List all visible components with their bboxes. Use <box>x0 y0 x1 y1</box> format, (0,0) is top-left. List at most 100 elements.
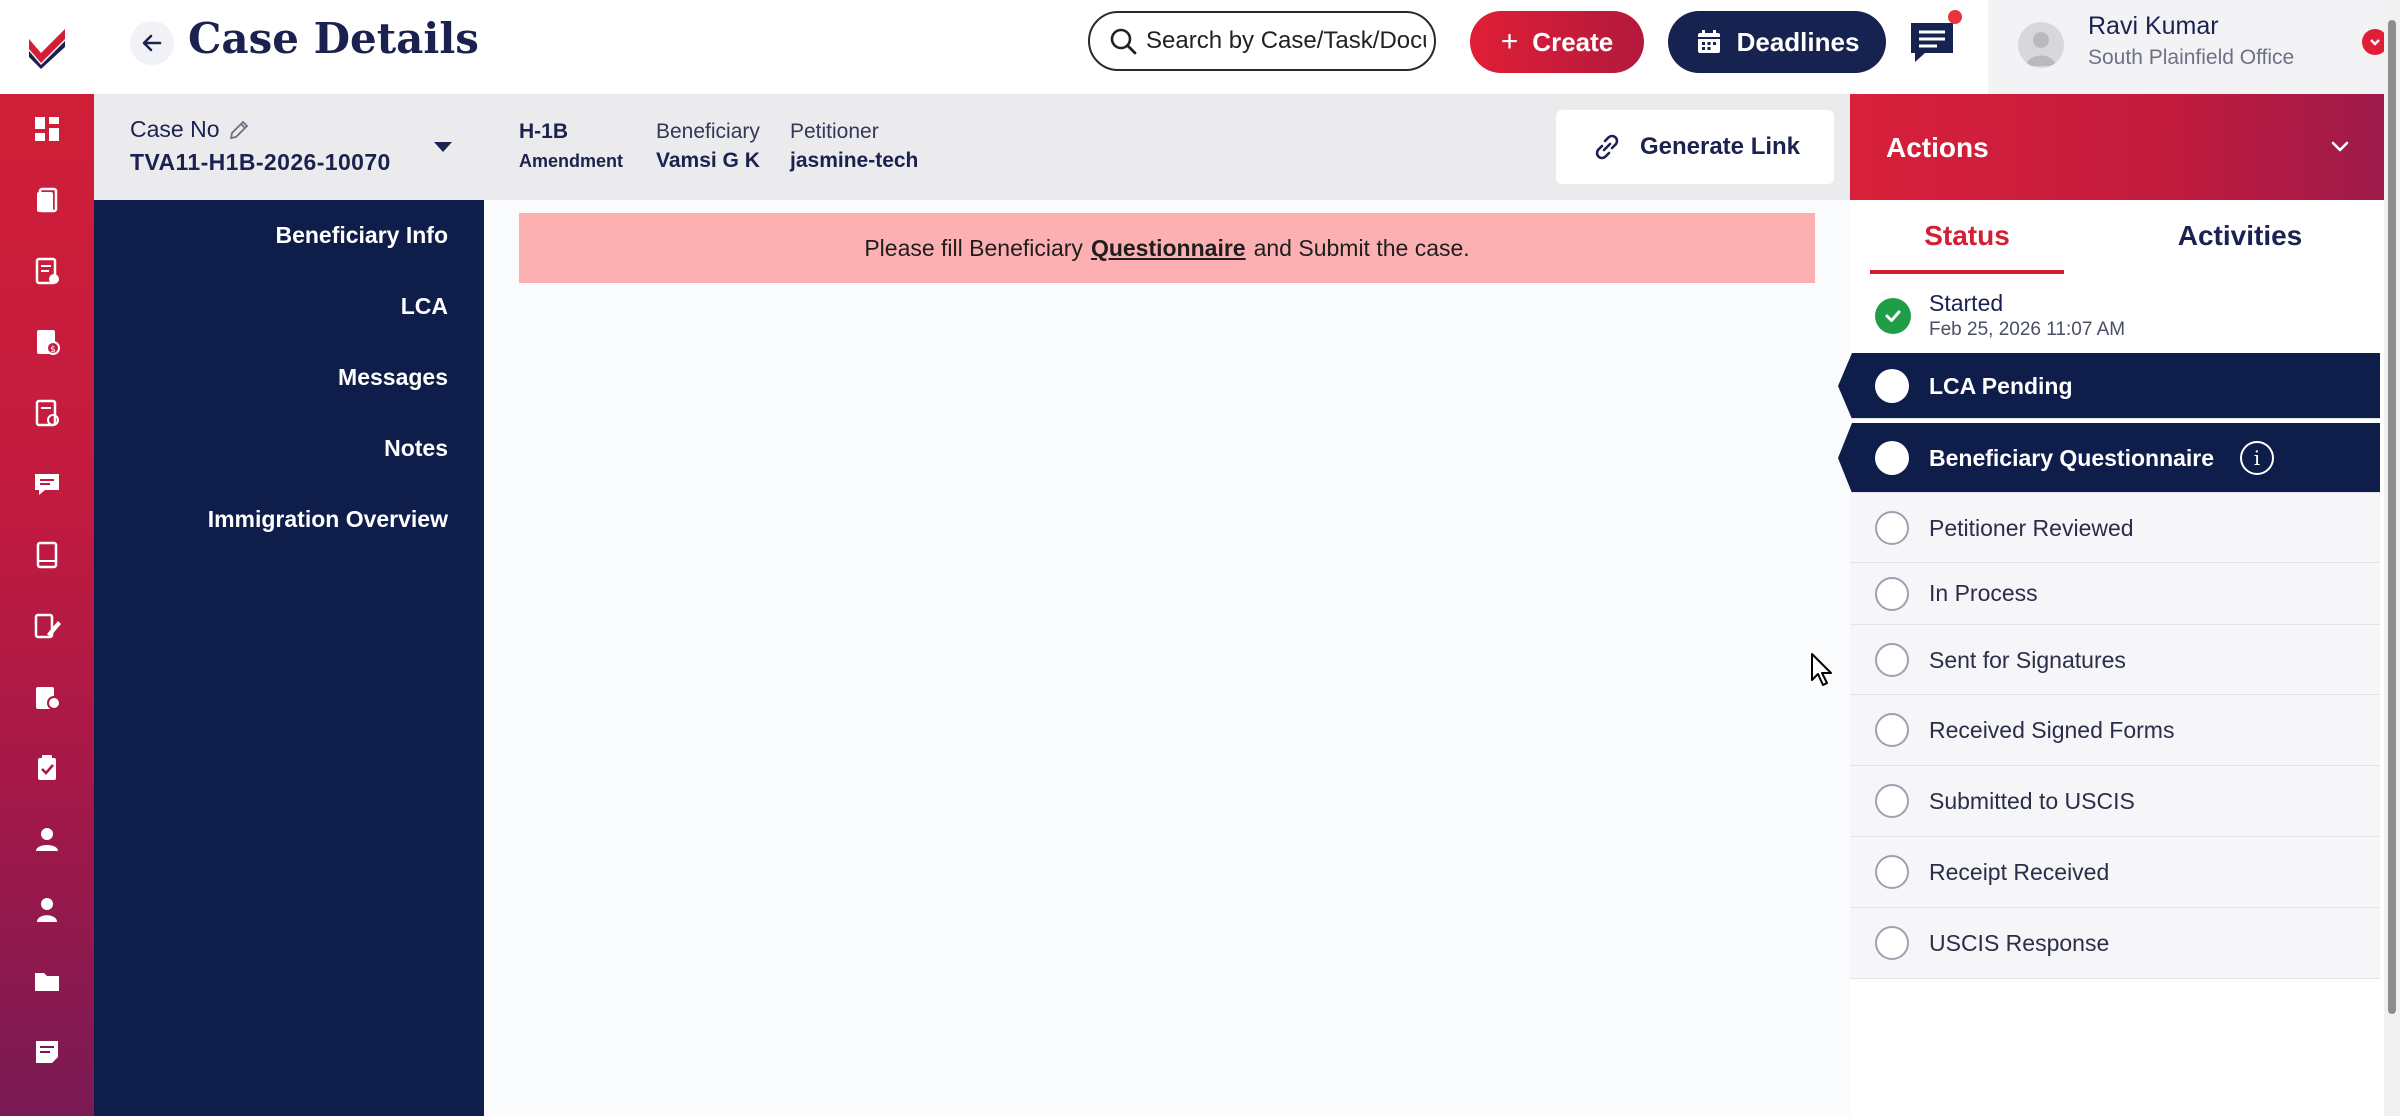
status-step-uscis-response[interactable]: USCIS Response <box>1850 908 2380 979</box>
case-no-label-text: Case No <box>130 116 220 142</box>
users-icon[interactable] <box>0 885 94 935</box>
checklist-icon[interactable] <box>0 388 94 438</box>
started-date: Feb 25, 2026 11:07 AM <box>1929 319 2126 340</box>
questionnaire-link[interactable]: Questionnaire <box>1091 235 1246 262</box>
step-label: Sent for Signatures <box>1929 647 2126 673</box>
folder-icon[interactable] <box>0 956 94 1006</box>
beneficiary-label: Beneficiary <box>656 120 760 143</box>
main-content: Please fill Beneficiary Questionnaire an… <box>484 200 1850 1116</box>
alert-prefix: Please fill Beneficiary <box>864 234 1083 261</box>
questionnaire-alert: Please fill Beneficiary Questionnaire an… <box>519 213 1815 283</box>
step-circle-icon <box>1875 577 1909 611</box>
status-step-lca-pending[interactable]: LCA Pending <box>1838 353 2380 419</box>
actions-header[interactable]: Actions <box>1850 94 2384 200</box>
case-nav-beneficiary-info[interactable]: Beneficiary Info <box>275 222 448 249</box>
billing-icon[interactable]: $ <box>0 317 94 367</box>
visa-subtype: Amendment <box>519 151 624 171</box>
scrollbar-thumb[interactable] <box>2388 20 2396 1014</box>
step-label: LCA Pending <box>1929 373 2073 399</box>
svg-text:$: $ <box>50 345 56 355</box>
case-number: TVA11-H1B-2026-10070 <box>130 149 391 175</box>
case-dropdown-icon[interactable] <box>434 142 452 152</box>
beneficiary-name: Vamsi G K <box>656 149 760 172</box>
active-tab-indicator <box>1870 270 2064 274</box>
cases-icon[interactable] <box>0 175 94 225</box>
case-nav-notes[interactable]: Notes <box>384 435 448 462</box>
step-circle-icon <box>1875 855 1909 889</box>
case-nav-lca[interactable]: LCA <box>401 293 448 320</box>
create-button[interactable]: + Create <box>1470 11 1644 73</box>
edit-forms-icon[interactable] <box>0 601 94 651</box>
link-icon <box>1595 134 1619 160</box>
info-icon[interactable]: i <box>2240 441 2274 475</box>
left-icon-rail: $ <box>0 0 94 1116</box>
step-label: Received Signed Forms <box>1929 717 2175 743</box>
step-label: Receipt Received <box>1929 859 2110 885</box>
tab-activities[interactable]: Activities <box>2110 220 2370 252</box>
step-circle-icon <box>1875 926 1909 960</box>
petitioner-label: Petitioner <box>790 120 879 143</box>
case-no-label: Case No <box>130 116 251 143</box>
case-nav-messages[interactable]: Messages <box>338 364 448 391</box>
chevron-down-icon[interactable] <box>2326 132 2354 160</box>
step-circle-icon <box>1875 713 1909 747</box>
step-circle-icon <box>1875 369 1909 403</box>
search-box[interactable] <box>1088 11 1436 71</box>
step-circle-icon <box>1875 511 1909 545</box>
user-menu[interactable]: Ravi Kumar South Plainfield Office <box>1988 0 2400 94</box>
reports-icon[interactable] <box>0 672 94 722</box>
clipboard-icon[interactable] <box>0 743 94 793</box>
step-circle-icon <box>1875 441 1909 475</box>
calendar-icon <box>1697 30 1720 53</box>
step-label: USCIS Response <box>1929 930 2110 956</box>
alert-suffix: and Submit the case. <box>1253 234 1470 261</box>
generate-link-label: Generate Link <box>1639 133 1801 160</box>
step-label: In Process <box>1929 580 2038 606</box>
status-step-in-process[interactable]: In Process <box>1850 563 2380 625</box>
messages-icon[interactable] <box>0 459 94 509</box>
notes-icon[interactable] <box>0 1027 94 1077</box>
avatar-icon <box>2026 32 2056 66</box>
status-step-beneficiary-questionnaire[interactable]: Beneficiary Questionnaire i <box>1838 423 2380 493</box>
user-icon[interactable] <box>0 814 94 864</box>
step-label: Petitioner Reviewed <box>1929 515 2134 541</box>
avatar <box>2018 22 2064 68</box>
tab-status[interactable]: Status <box>1870 220 2064 252</box>
status-step-sent-for-signatures[interactable]: Sent for Signatures <box>1850 625 2380 695</box>
create-label: Create <box>1532 26 1614 57</box>
chat-icon <box>1911 23 1953 62</box>
user-name: Ravi Kumar <box>2088 12 2219 40</box>
app-logo[interactable] <box>0 0 94 94</box>
page-title: Case Details <box>188 14 479 63</box>
step-circle-icon <box>1875 784 1909 818</box>
status-step-petitioner-reviewed[interactable]: Petitioner Reviewed <box>1850 493 2380 563</box>
back-button[interactable] <box>130 21 174 65</box>
notification-dot <box>1948 10 1962 24</box>
page-scrollbar[interactable] <box>2384 0 2400 1116</box>
status-step-submitted-to-uscis[interactable]: Submitted to USCIS <box>1850 766 2380 837</box>
deadlines-button[interactable]: Deadlines <box>1668 11 1886 73</box>
step-label: Beneficiary Questionnaire <box>1929 445 2215 471</box>
logo-icon <box>29 29 65 69</box>
forms-icon[interactable] <box>0 530 94 580</box>
case-nav: Beneficiary Info LCA Messages Notes Immi… <box>94 200 484 1116</box>
status-step-received-signed-forms[interactable]: Received Signed Forms <box>1850 695 2380 766</box>
search-icon <box>1110 28 1137 55</box>
documents-icon[interactable] <box>0 246 94 296</box>
actions-title: Actions <box>1886 132 1989 163</box>
plus-icon: + <box>1500 25 1519 58</box>
actions-panel: Status Activities Started Feb 25, 2026 1… <box>1838 200 2384 1116</box>
pencil-icon[interactable] <box>227 118 251 142</box>
search-input[interactable] <box>1146 27 1426 55</box>
mouse-cursor-icon <box>1811 653 1832 686</box>
check-circle-icon <box>1875 298 1911 334</box>
status-step-receipt-received[interactable]: Receipt Received <box>1850 837 2380 908</box>
deadlines-label: Deadlines <box>1736 26 1860 57</box>
generate-link-button[interactable]: Generate Link <box>1556 110 1834 184</box>
petitioner-name: jasmine-tech <box>790 149 919 172</box>
step-circle-icon <box>1875 643 1909 677</box>
visa-type: H-1B <box>519 120 569 143</box>
arrow-left-icon <box>142 34 162 52</box>
case-nav-immigration-overview[interactable]: Immigration Overview <box>208 506 448 533</box>
dashboard-icon[interactable] <box>0 104 94 154</box>
